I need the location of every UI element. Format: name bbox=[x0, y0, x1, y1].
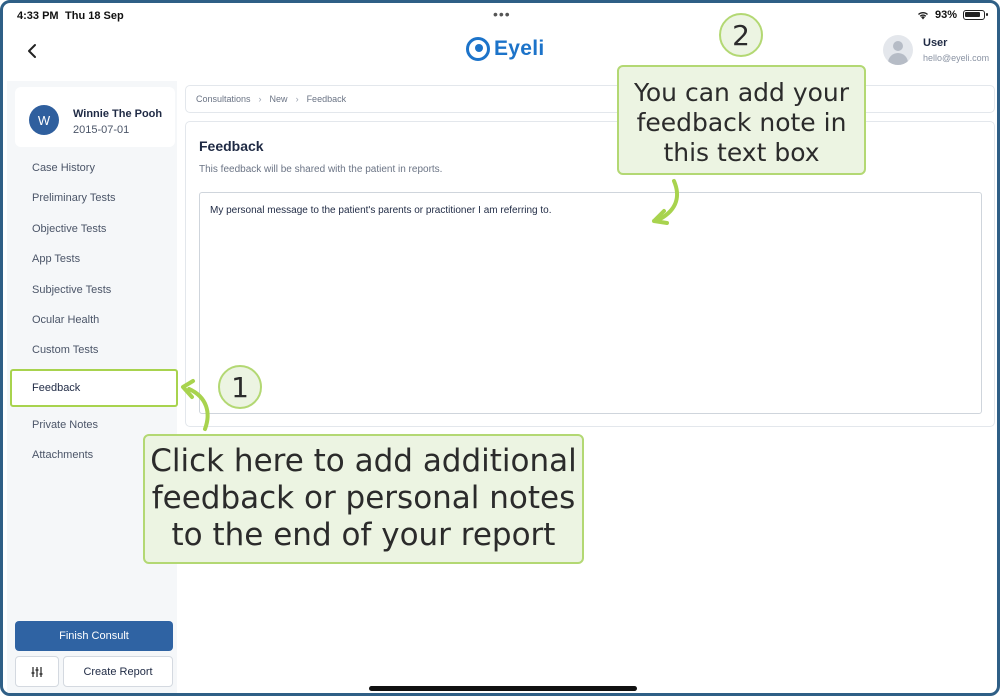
chevron-left-icon bbox=[28, 44, 36, 58]
wifi-icon bbox=[917, 10, 929, 20]
sidebar-item-custom-tests[interactable]: Custom Tests bbox=[11, 335, 177, 365]
consult-nav: Case History Preliminary Tests Objective… bbox=[10, 153, 178, 471]
status-bar: 4:33 PM Thu 18 Sep ••• 93% bbox=[3, 3, 997, 29]
user-email: hello@eyeli.com bbox=[923, 53, 990, 63]
feedback-textarea[interactable] bbox=[199, 192, 982, 414]
back-button[interactable] bbox=[21, 37, 45, 65]
sidebar-item-feedback[interactable]: Feedback bbox=[10, 368, 178, 407]
sidebar-item-app-tests[interactable]: App Tests bbox=[11, 244, 177, 274]
battery-percent: 93% bbox=[934, 9, 957, 21]
sliders-icon bbox=[31, 666, 43, 677]
chevron-right-icon: › bbox=[258, 94, 262, 104]
finish-consult-button[interactable]: Finish Consult bbox=[15, 621, 173, 651]
curved-arrow-icon bbox=[652, 179, 679, 225]
sidebar-item-ocular-health[interactable]: Ocular Health bbox=[11, 305, 177, 335]
user-menu[interactable]: User hello@eyeli.com bbox=[883, 35, 989, 65]
sidebar-item-objective-tests[interactable]: Objective Tests bbox=[11, 214, 177, 244]
logo-text: Eyeli bbox=[494, 37, 545, 60]
status-indicators: 93% bbox=[917, 9, 988, 21]
feedback-subtitle: This feedback will be shared with the pa… bbox=[199, 164, 443, 175]
tablet-frame: 4:33 PM Thu 18 Sep ••• 93% Eyeli User he… bbox=[0, 0, 1000, 696]
status-time: 4:33 PM bbox=[17, 10, 59, 22]
home-indicator[interactable] bbox=[369, 686, 637, 691]
eye-logo-icon bbox=[466, 37, 490, 61]
user-avatar-icon bbox=[883, 35, 913, 65]
breadcrumb-new[interactable]: New bbox=[270, 94, 288, 104]
curved-arrow-icon bbox=[181, 379, 210, 431]
multitasking-dots-icon[interactable]: ••• bbox=[493, 6, 511, 22]
eyeli-logo: Eyeli bbox=[466, 37, 545, 61]
sidebar-item-subjective-tests[interactable]: Subjective Tests bbox=[11, 275, 177, 305]
breadcrumb: Consultations › New › Feedback bbox=[185, 85, 995, 113]
sidebar: W Winnie The Pooh 2015-07-01 Case Histor… bbox=[7, 81, 178, 693]
patient-name: Winnie The Pooh bbox=[73, 108, 163, 120]
feedback-title: Feedback bbox=[199, 138, 264, 154]
patient-avatar: W bbox=[29, 105, 59, 135]
sidebar-item-case-history[interactable]: Case History bbox=[11, 153, 177, 183]
feedback-panel: Feedback This feedback will be shared wi… bbox=[185, 121, 995, 427]
patient-dob: 2015-07-01 bbox=[73, 124, 130, 136]
create-report-button[interactable]: Create Report bbox=[63, 656, 173, 687]
status-date: Thu 18 Sep bbox=[65, 10, 124, 22]
breadcrumb-consultations[interactable]: Consultations bbox=[196, 94, 251, 104]
callout-feedback-tip: Click here to add additional feedback or… bbox=[143, 434, 584, 564]
step-1-badge: 1 bbox=[218, 365, 262, 409]
sidebar-item-preliminary-tests[interactable]: Preliminary Tests bbox=[11, 183, 177, 213]
adjustments-button[interactable] bbox=[15, 656, 59, 687]
user-name: User bbox=[923, 37, 948, 49]
step-2-badge: 2 bbox=[719, 13, 763, 57]
breadcrumb-feedback: Feedback bbox=[306, 94, 347, 104]
battery-icon bbox=[963, 10, 988, 20]
patient-card[interactable]: W Winnie The Pooh 2015-07-01 bbox=[15, 87, 175, 147]
chevron-right-icon: › bbox=[295, 94, 299, 104]
callout-text-box-tip: You can add your feedback note in this t… bbox=[617, 65, 866, 175]
